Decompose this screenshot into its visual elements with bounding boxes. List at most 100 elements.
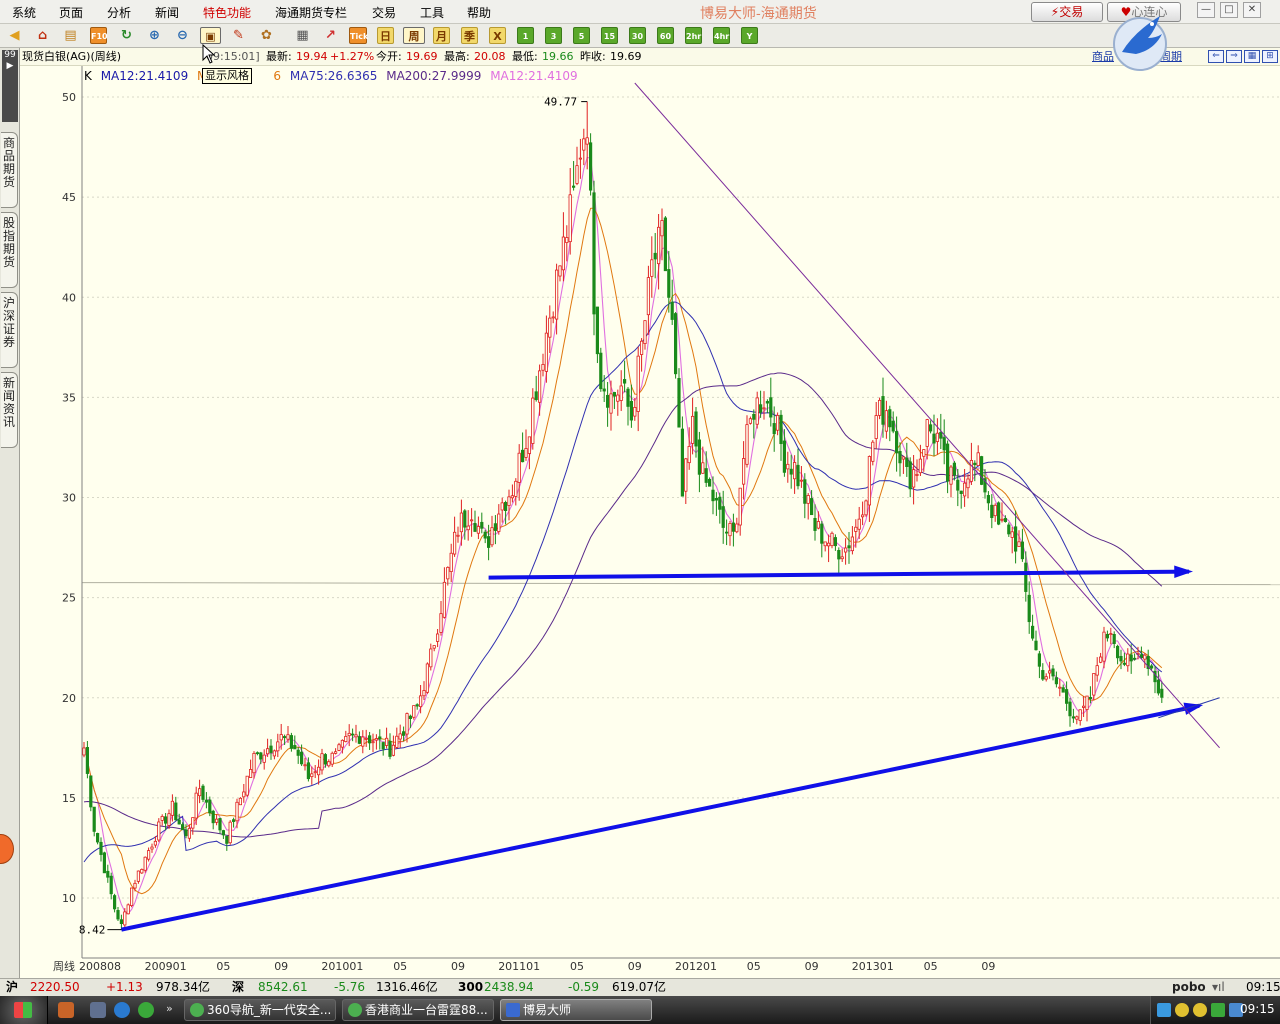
period-season-button[interactable]: 季 (461, 27, 478, 44)
taskbar-expand-icon[interactable]: » (166, 1002, 173, 1015)
candle-body (1112, 633, 1116, 644)
candle-body (585, 137, 589, 145)
menu-tools[interactable]: 工具 (420, 4, 444, 21)
candle-body (480, 521, 484, 529)
float-widget-icon[interactable] (0, 834, 14, 864)
tray-network-icon[interactable] (1157, 1003, 1171, 1017)
period-3min-button[interactable]: 3 (545, 27, 562, 44)
candle-body (310, 773, 314, 778)
candle-body (830, 532, 834, 547)
x-tick-label: 05 (924, 960, 938, 973)
period-year-button[interactable]: Y (741, 27, 758, 44)
menu-features[interactable]: 特色功能 (203, 4, 251, 21)
candle-body (861, 514, 865, 518)
tray-shield-icon[interactable] (1211, 1003, 1225, 1017)
period-month-button[interactable]: 月 (433, 27, 450, 44)
period-1min-button[interactable]: 1 (517, 27, 534, 44)
candle-body (752, 413, 756, 420)
task-button-360[interactable]: 360导航_新一代安全... (184, 999, 336, 1021)
display-style-icon[interactable]: ▣ (200, 27, 221, 44)
period-2hr-button[interactable]: 2hr (685, 27, 702, 44)
candle-body (364, 737, 368, 740)
period-day-button[interactable]: 日 (377, 27, 394, 44)
kline-chart[interactable]: K MA12:21.4109 MA 6 MA75:26.6365 MA200:2… (20, 66, 1280, 978)
candle-body (1082, 705, 1086, 708)
trend-chart-icon[interactable]: ↗ (322, 27, 339, 44)
candle-body (514, 480, 518, 497)
pencil-icon[interactable]: ✎ (230, 27, 247, 44)
brush-icon[interactable]: ✿ (258, 27, 275, 44)
menu-system[interactable]: 系统 (12, 4, 36, 21)
menu-haitong-column[interactable]: 海通期货专栏 (275, 4, 347, 21)
close-button[interactable]: ✕ (1243, 2, 1261, 18)
candle-body (623, 379, 627, 384)
tray-qq2-icon[interactable] (1193, 1003, 1207, 1017)
grid-view-icon[interactable]: ▦ (1244, 50, 1260, 63)
side-tab-news[interactable]: 新闻资讯 (1, 372, 18, 448)
menu-page[interactable]: 页面 (59, 4, 83, 21)
candle-body (711, 489, 715, 502)
expand-icon[interactable]: ⊞ (1262, 50, 1278, 63)
nav-right-icon[interactable]: ⇒ (1226, 50, 1242, 63)
task-button-boyi[interactable]: 博易大师 (500, 999, 652, 1021)
period-15min-button[interactable]: 15 (601, 27, 618, 44)
candle-body (1133, 657, 1137, 660)
candle-body (1010, 531, 1014, 538)
trade-button[interactable]: ⚡交易 (1031, 2, 1103, 22)
candle-body (1065, 689, 1069, 704)
home-icon[interactable]: ⌂ (34, 27, 51, 44)
back-arrow-icon[interactable]: ◀ (6, 27, 23, 44)
candle-body (1054, 677, 1058, 685)
zoom-in-icon[interactable]: ⊕ (146, 27, 163, 44)
candle-body (242, 791, 246, 798)
windows-logo-icon (14, 1002, 32, 1018)
candle-body (204, 799, 208, 803)
candle-body (782, 440, 787, 473)
candle-body (912, 469, 916, 488)
period-30min-button[interactable]: 30 (629, 27, 646, 44)
period-60min-button[interactable]: 60 (657, 27, 674, 44)
candle-body (942, 437, 946, 451)
quicklaunch-desktop-icon[interactable] (90, 1002, 106, 1018)
candle-body (589, 142, 593, 191)
candle-body (548, 317, 552, 338)
menu-news[interactable]: 新闻 (155, 4, 179, 21)
candle-body (1034, 640, 1038, 651)
x-tick-label: 05 (393, 960, 407, 973)
minimize-button[interactable]: — (1197, 2, 1215, 18)
period-week-button[interactable]: 周 (403, 27, 425, 44)
side-tab-top[interactable]: 99 ▶ (2, 50, 18, 122)
side-tab-securities[interactable]: 沪深证券 (1, 292, 18, 368)
period-x-button[interactable]: X (489, 27, 506, 44)
book-icon[interactable]: ▤ (62, 27, 79, 44)
candle-body (633, 407, 637, 417)
refresh-icon[interactable]: ↻ (118, 27, 135, 44)
nav-left-icon[interactable]: ⇐ (1208, 50, 1224, 63)
reference-line (81, 582, 1280, 586)
candle-body (905, 457, 909, 467)
table-icon[interactable]: ▦ (294, 27, 311, 44)
side-tab-index-futures[interactable]: 股指期货 (1, 212, 18, 288)
zoom-out-icon[interactable]: ⊖ (174, 27, 191, 44)
period-5min-button[interactable]: 5 (573, 27, 590, 44)
quicklaunch-360-icon[interactable] (138, 1002, 154, 1018)
side-tab-commodity-futures[interactable]: 商品期货 (1, 132, 18, 208)
f10-button[interactable]: F10 (90, 27, 108, 44)
menu-trade[interactable]: 交易 (372, 4, 396, 21)
menu-help[interactable]: 帮助 (467, 4, 491, 21)
quicklaunch-ie-icon[interactable] (114, 1002, 130, 1018)
candle-body (490, 527, 494, 546)
period-4hr-button[interactable]: 4hr (713, 27, 730, 44)
tray-qq-icon[interactable] (1175, 1003, 1189, 1017)
task-button-hk[interactable]: 香港商业一台雷霆88... (342, 999, 494, 1021)
maximize-button[interactable]: □ (1220, 2, 1238, 18)
candle-body (551, 316, 555, 319)
y-tick-label: 35 (62, 391, 76, 404)
quicklaunch-folder-icon[interactable] (58, 1002, 74, 1018)
start-button[interactable] (0, 996, 48, 1024)
menu-analysis[interactable]: 分析 (107, 4, 131, 21)
tick-button[interactable]: Tick (349, 27, 368, 44)
candle-body (286, 734, 290, 740)
candle-body (197, 788, 202, 797)
candle-body (694, 411, 698, 447)
